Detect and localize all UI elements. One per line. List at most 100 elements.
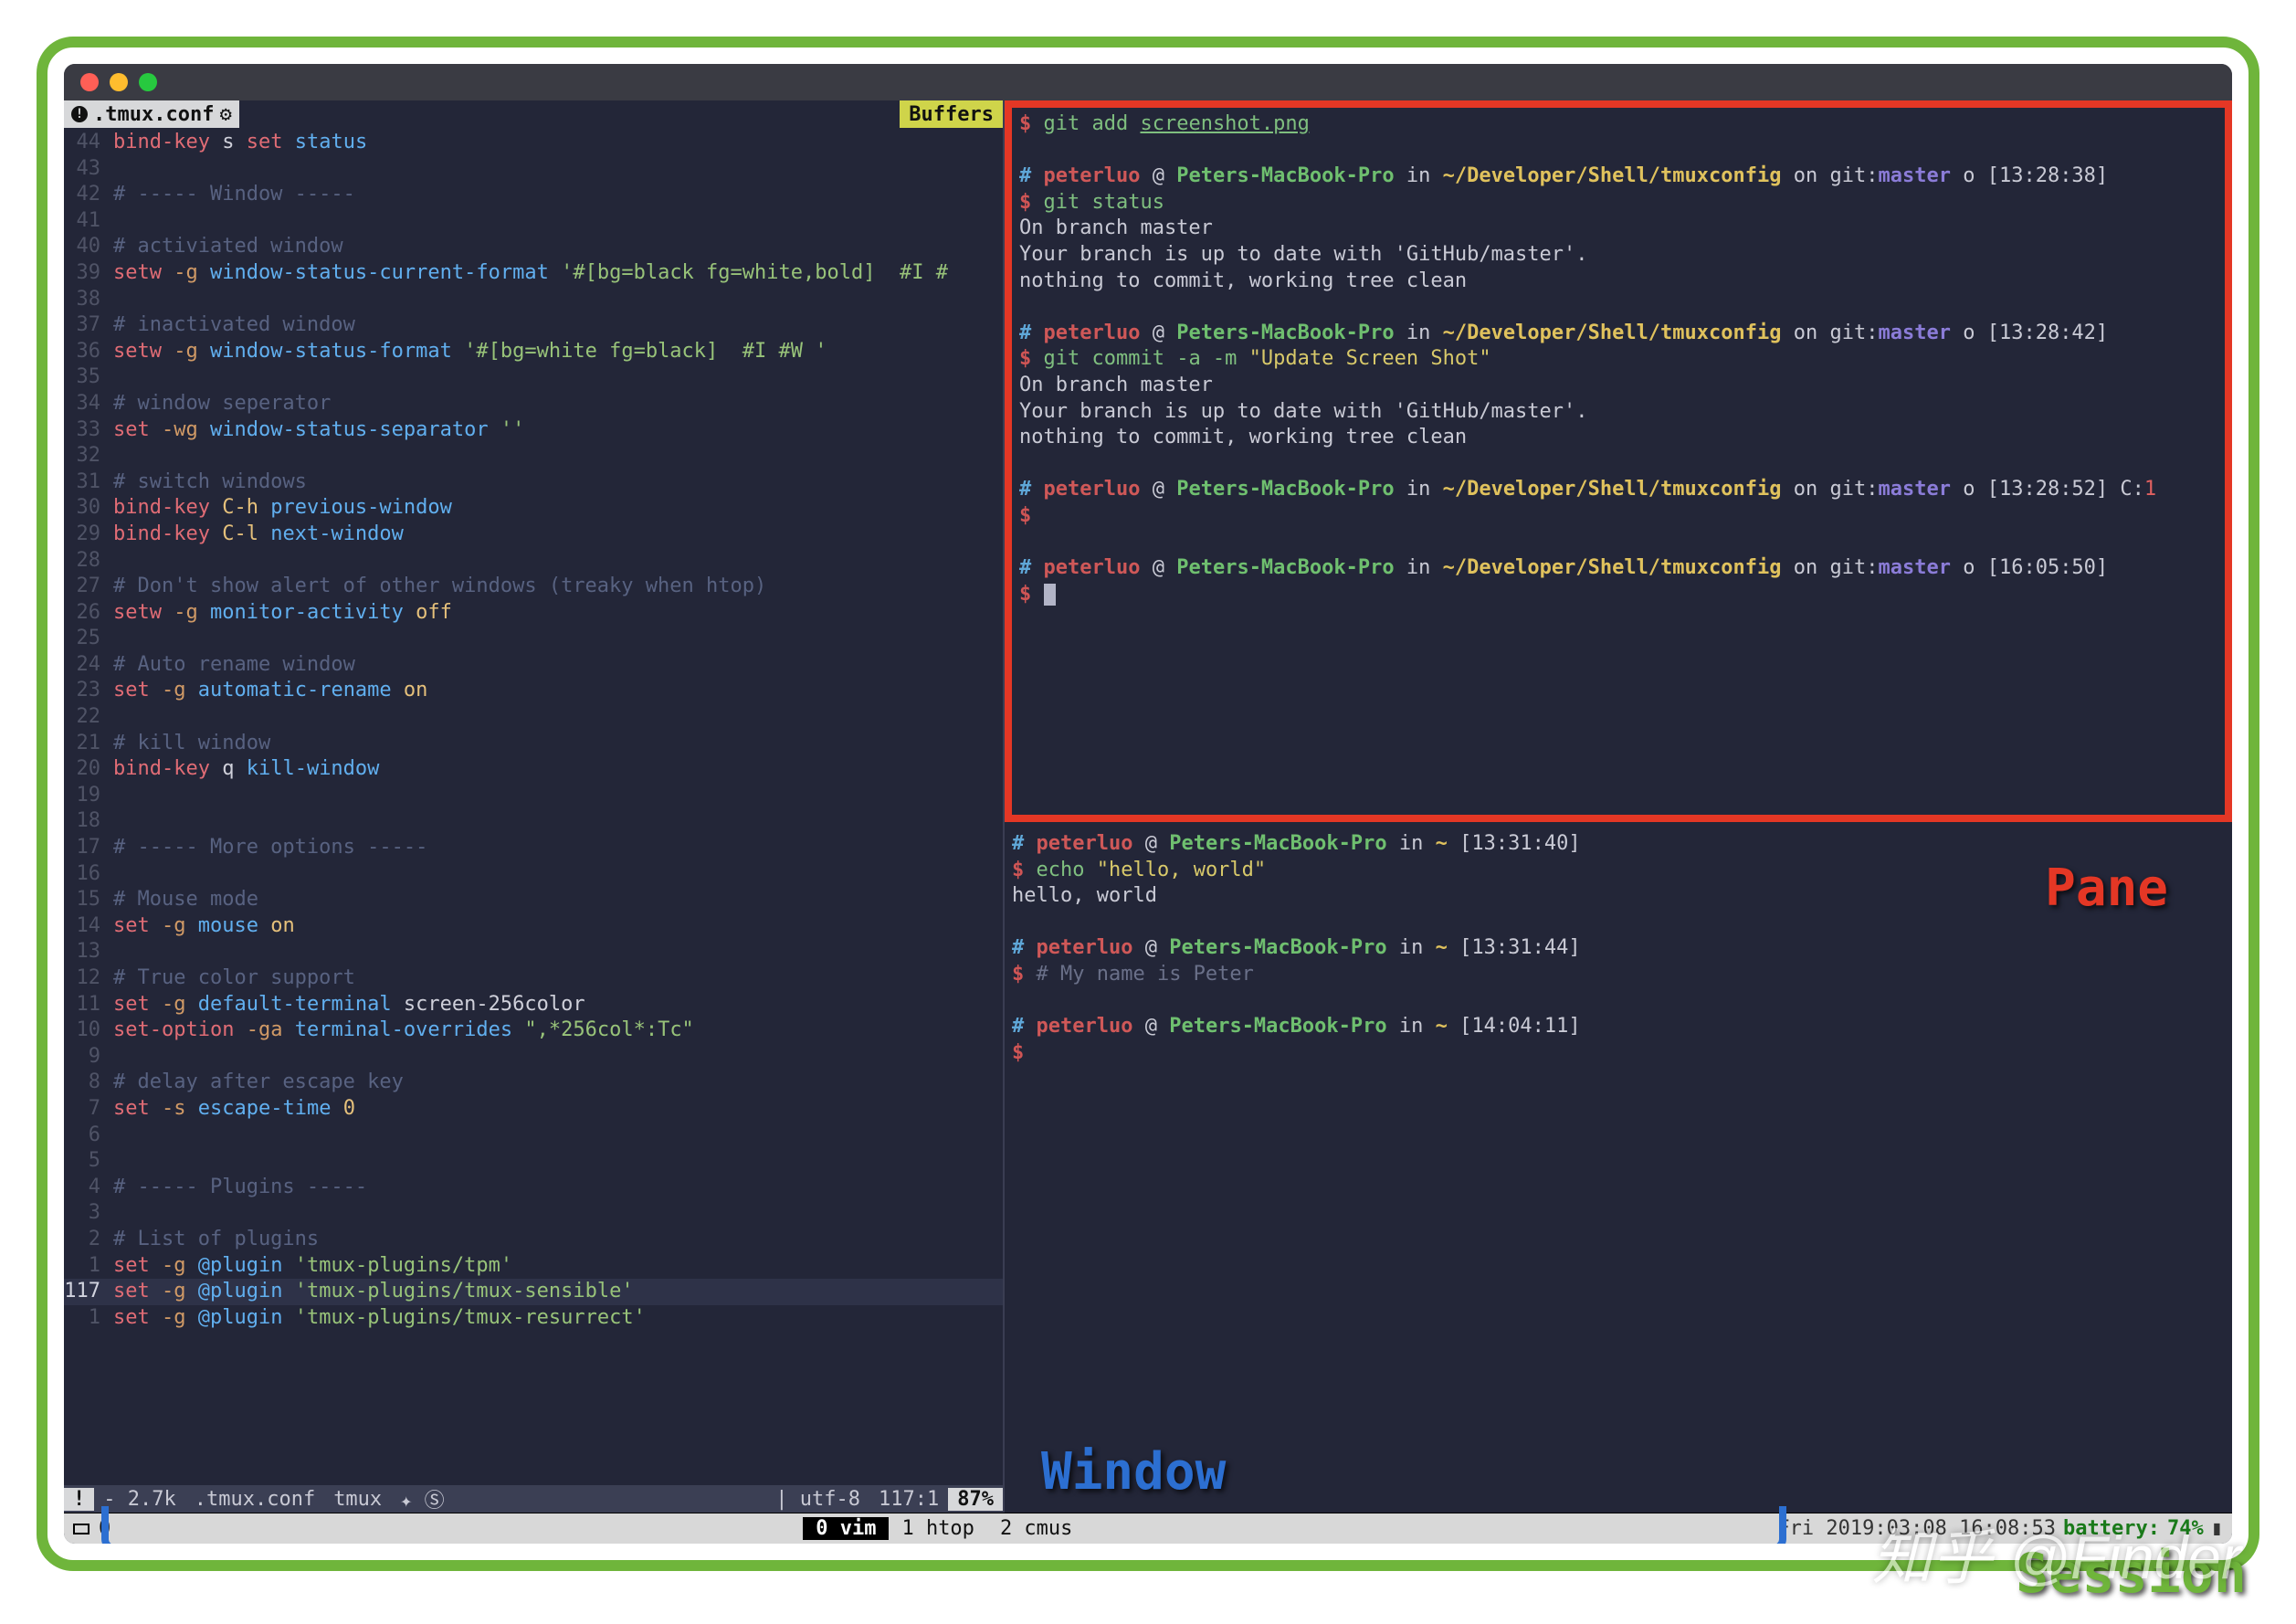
code-text: # inactivated window <box>113 312 355 339</box>
code-text: # List of plugins <box>113 1227 319 1253</box>
code-text: set -s escape-time 0 <box>113 1096 355 1123</box>
tmux-window-list: 0 vim 1 htop 2 cmus <box>120 1517 1768 1540</box>
shell-prompt: # peterluo @ Peters-MacBook-Pro in ~/Dev… <box>1019 555 2217 582</box>
pane-shell-bottom[interactable]: # peterluo @ Peters-MacBook-Pro in ~ [13… <box>1005 822 2232 1513</box>
buffers-indicator[interactable]: Buffers <box>900 100 1003 128</box>
vim-statusline: ! - 2.7k .tmux.conf tmux ✦ Ⓢ | utf-8 117… <box>64 1485 1003 1513</box>
code-text: set -g mouse on <box>113 913 295 940</box>
code-line: 21# kill window <box>64 731 1003 757</box>
line-number: 36 <box>64 339 113 365</box>
code-line: 4# ----- Plugins ----- <box>64 1175 1003 1201</box>
code-line: 23set -g automatic-rename on <box>64 678 1003 704</box>
code-line: 42# ----- Window ----- <box>64 182 1003 208</box>
line-number: 11 <box>64 992 113 1018</box>
line-number: 10 <box>64 1018 113 1044</box>
close-icon[interactable] <box>80 73 99 91</box>
code-line: 26setw -g monitor-activity off <box>64 600 1003 627</box>
code-text: set-option -ga terminal-overrides ",*256… <box>113 1018 694 1044</box>
code-line: 9 <box>64 1044 1003 1070</box>
shell-command[interactable]: $ <box>1019 503 2217 530</box>
code-line: 117set -g @plugin 'tmux-plugins/tmux-sen… <box>64 1279 1003 1305</box>
line-number: 2 <box>64 1227 113 1253</box>
code-text: setw -g window-status-current-format '#[… <box>113 260 948 287</box>
code-line: 40# activiated window <box>64 234 1003 260</box>
code-text: setw -g monitor-activity off <box>113 600 452 627</box>
line-number: 21 <box>64 731 113 757</box>
code-line: 20bind-key q kill-window <box>64 756 1003 783</box>
zoom-icon[interactable] <box>139 73 157 91</box>
code-line: 8# delay after escape key <box>64 1070 1003 1096</box>
shell-command[interactable]: $ <box>1012 1040 2225 1067</box>
editor-viewport[interactable]: 44bind-key s set status4342# ----- Windo… <box>64 128 1003 1485</box>
line-number: 12 <box>64 965 113 992</box>
code-line: 15# Mouse mode <box>64 887 1003 913</box>
code-line: 29bind-key C-l next-window <box>64 522 1003 548</box>
tabline-spacer <box>239 100 900 128</box>
line-number: 19 <box>64 783 113 809</box>
line-number: 8 <box>64 1070 113 1096</box>
code-line: 33set -wg window-status-separator '' <box>64 417 1003 444</box>
code-line: 35 <box>64 364 1003 391</box>
line-number: 14 <box>64 913 113 940</box>
shell-command[interactable]: $ echo "hello, world" <box>1012 858 2225 884</box>
tmux-content: ! .tmux.conf ⚙ Buffers 44bind-key s set … <box>64 100 2232 1544</box>
shell-command[interactable]: $ # My name is Peter <box>1012 962 2225 988</box>
code-line: 12# True color support <box>64 965 1003 992</box>
status-percent: 87% <box>948 1488 1003 1511</box>
code-text: bind-key s set status <box>113 130 367 156</box>
line-number: 4 <box>64 1175 113 1201</box>
code-text: # ----- Window ----- <box>113 182 355 208</box>
code-line: 11set -g default-terminal screen-256colo… <box>64 992 1003 1018</box>
line-number: 35 <box>64 364 113 391</box>
line-number: 16 <box>64 861 113 888</box>
tmux-window-htop[interactable]: 1 htop <box>889 1517 986 1540</box>
panes-icon <box>73 1524 90 1534</box>
code-line: 17# ----- More options ----- <box>64 835 1003 861</box>
tmux-battery-pct: 74% <box>2167 1517 2204 1540</box>
line-number: 15 <box>64 887 113 913</box>
line-number: 41 <box>64 208 113 235</box>
shell-command[interactable]: $ git commit -a -m "Update Screen Shot" <box>1019 346 2217 373</box>
vim-tab-active[interactable]: ! .tmux.conf ⚙ <box>64 100 239 128</box>
code-line: 25 <box>64 626 1003 652</box>
shell-output: On branch master <box>1019 216 2217 242</box>
status-file: .tmux.conf <box>185 1488 324 1511</box>
status-position: 117:1 <box>869 1488 948 1511</box>
tmux-session-index: 0 <box>99 1517 111 1540</box>
code-text: # switch windows <box>113 469 307 496</box>
code-line: 32 <box>64 443 1003 469</box>
minimize-icon[interactable] <box>110 73 128 91</box>
line-number: 38 <box>64 287 113 313</box>
line-number: 44 <box>64 130 113 156</box>
tmux-battery-label: battery: <box>2063 1517 2160 1540</box>
line-number: 31 <box>64 469 113 496</box>
code-line: 24# Auto rename window <box>64 652 1003 679</box>
code-line: 31# switch windows <box>64 469 1003 496</box>
status-encoding: | utf-8 <box>766 1488 869 1511</box>
tmux-status-left: 0 <box>64 1517 120 1540</box>
code-line: 5 <box>64 1148 1003 1175</box>
status-filetype: tmux <box>324 1488 391 1511</box>
line-number: 29 <box>64 522 113 548</box>
code-text: set -g @plugin 'tmux-plugins/tmux-sensib… <box>113 1279 634 1305</box>
code-line: 2# List of plugins <box>64 1227 1003 1253</box>
right-column: $ git add screenshot.png # peterluo @ Pe… <box>1003 100 2232 1513</box>
line-number: 43 <box>64 156 113 183</box>
pane-vim[interactable]: ! .tmux.conf ⚙ Buffers 44bind-key s set … <box>64 100 1003 1513</box>
shell-output: nothing to commit, working tree clean <box>1019 425 2217 451</box>
tmux-window-cmus[interactable]: 2 cmus <box>987 1517 1085 1540</box>
code-line: 22 <box>64 704 1003 731</box>
shell-command[interactable]: $ <box>1019 582 2217 608</box>
tmux-window-vim[interactable]: 0 vim <box>803 1517 889 1540</box>
line-number: 7 <box>64 1096 113 1123</box>
code-line: 3 <box>64 1200 1003 1227</box>
shell-command[interactable]: $ git status <box>1019 190 2217 216</box>
code-text: bind-key C-h previous-window <box>113 495 452 522</box>
shell-command[interactable]: $ git add screenshot.png <box>1019 111 2217 138</box>
shell-prompt: # peterluo @ Peters-MacBook-Pro in ~/Dev… <box>1019 163 2217 190</box>
code-line: 27# Don't show alert of other windows (t… <box>64 574 1003 600</box>
line-number: 27 <box>64 574 113 600</box>
pane-shell-top[interactable]: $ git add screenshot.png # peterluo @ Pe… <box>1005 100 2232 822</box>
shell-output: nothing to commit, working tree clean <box>1019 269 2217 295</box>
tmux-statusbar: 0 0 vim 1 htop 2 cmus Fri 2019:03:08 16:… <box>64 1513 2232 1544</box>
